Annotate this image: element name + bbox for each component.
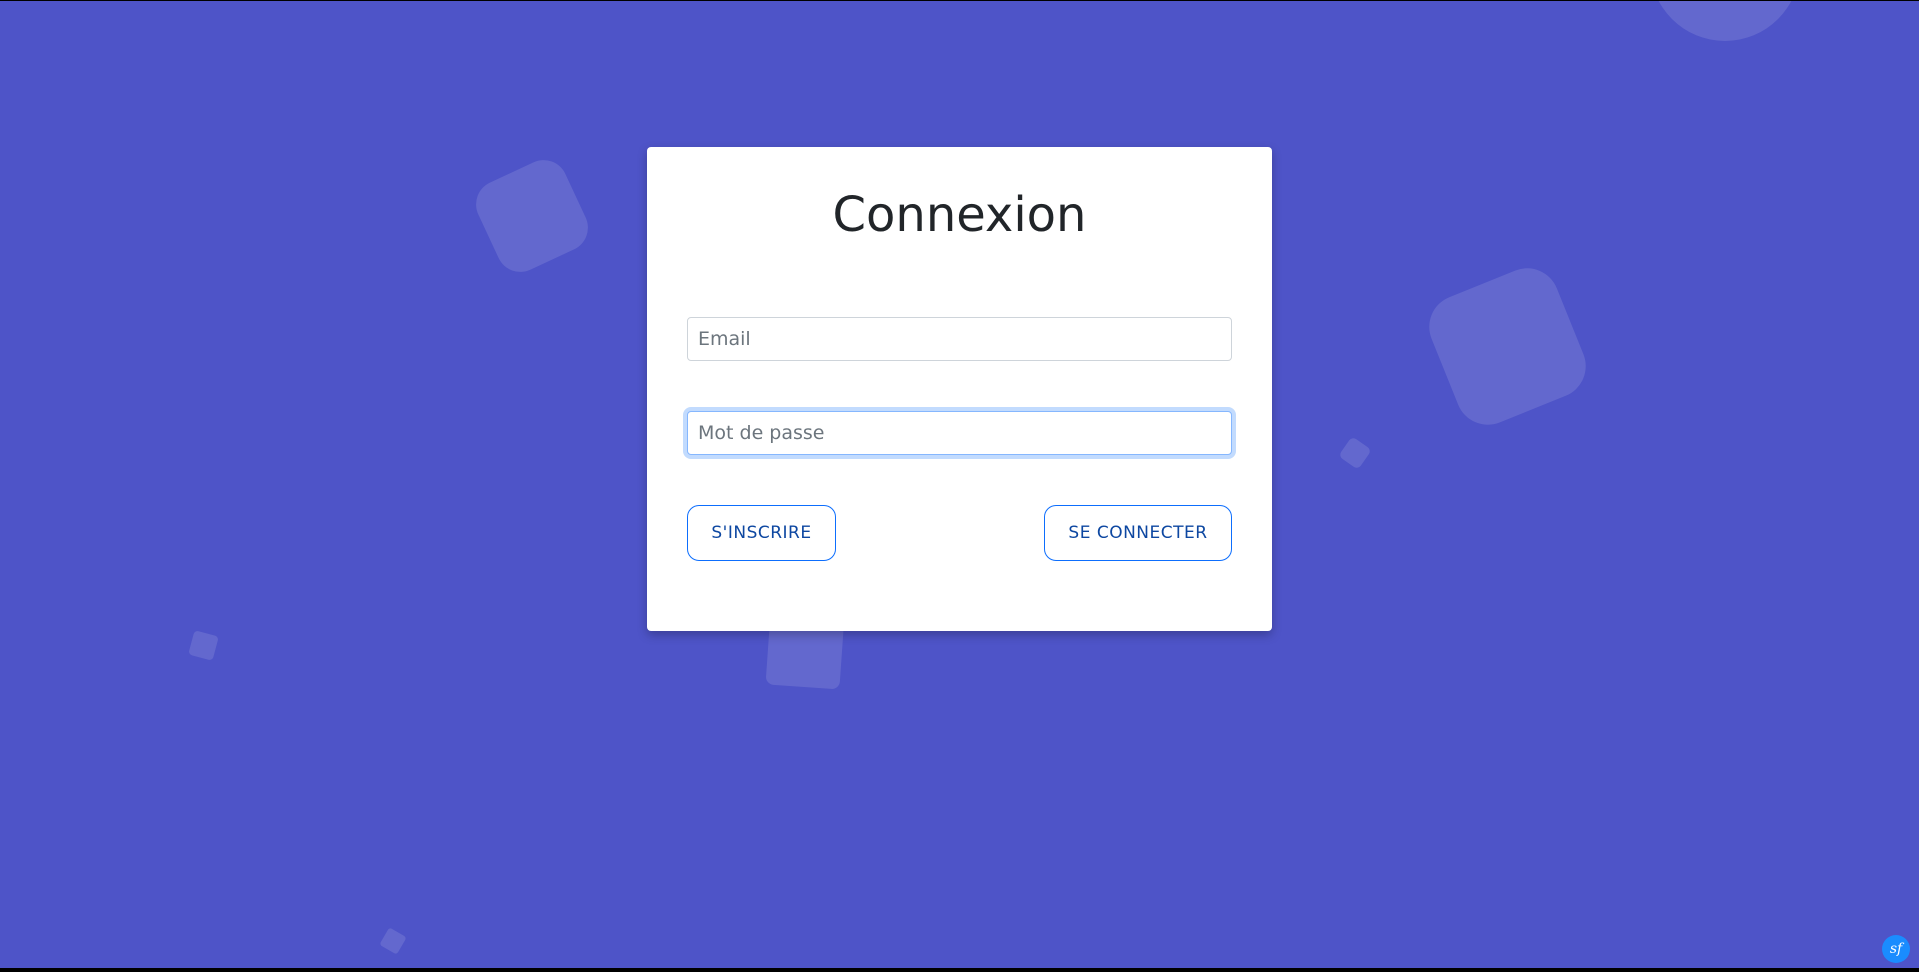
- decorative-square: [379, 927, 407, 955]
- signup-button[interactable]: S'INSCRIRE: [687, 505, 836, 561]
- page-background: Connexion S'INSCRIRE SE CONNECTER: [0, 1, 1919, 968]
- login-button[interactable]: SE CONNECTER: [1044, 505, 1232, 561]
- decorative-square: [188, 630, 219, 661]
- decorative-square: [1650, 1, 1800, 41]
- symfony-logo-icon[interactable]: sf: [1882, 935, 1910, 963]
- email-input[interactable]: [687, 317, 1232, 361]
- password-input[interactable]: [687, 411, 1232, 455]
- decorative-square: [468, 152, 596, 280]
- decorative-square: [1338, 436, 1372, 470]
- decorative-square: [1419, 258, 1596, 435]
- login-card: Connexion S'INSCRIRE SE CONNECTER: [647, 147, 1272, 631]
- page-title: Connexion: [832, 187, 1087, 243]
